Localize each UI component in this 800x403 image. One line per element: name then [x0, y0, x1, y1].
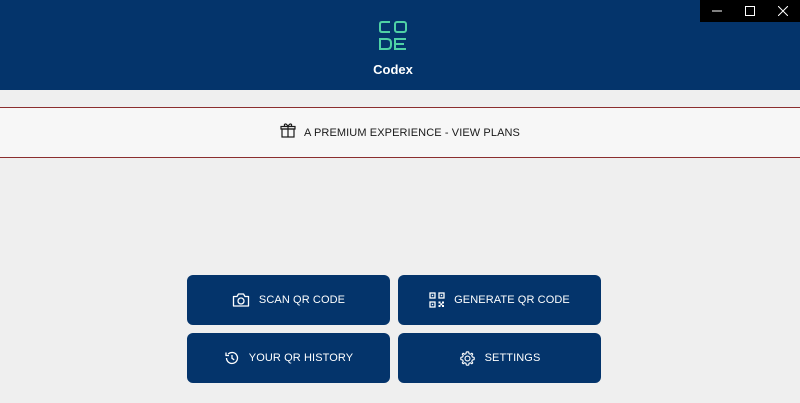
codex-logo	[377, 20, 409, 52]
premium-banner[interactable]: A PREMIUM EXPERIENCE - VIEW PLANS	[0, 107, 800, 158]
close-icon[interactable]	[767, 0, 800, 22]
maximize-icon[interactable]	[733, 0, 766, 22]
window-controls	[700, 0, 800, 22]
premium-banner-label: A PREMIUM EXPERIENCE - VIEW PLANS	[303, 126, 520, 139]
app-title: Codex	[373, 62, 413, 77]
gift-icon	[280, 122, 296, 143]
qr-code-icon	[429, 292, 445, 308]
minimize-icon[interactable]	[700, 0, 733, 22]
scan-qr-code-label: SCAN QR CODE	[258, 294, 346, 306]
settings-label: SETTINGS	[484, 352, 541, 364]
qr-history-label: YOUR QR HISTORY	[248, 352, 354, 364]
history-icon	[224, 350, 240, 366]
gear-icon	[459, 350, 476, 367]
generate-qr-code-label: GENERATE QR CODE	[454, 294, 570, 306]
app-header: Codex	[0, 0, 800, 90]
camera-icon	[232, 292, 250, 308]
generate-qr-code-button[interactable]: GENERATE QR CODE	[398, 275, 601, 325]
scan-qr-code-button[interactable]: SCAN QR CODE	[187, 275, 390, 325]
settings-button[interactable]: SETTINGS	[398, 333, 601, 383]
qr-history-button[interactable]: YOUR QR HISTORY	[187, 333, 390, 383]
